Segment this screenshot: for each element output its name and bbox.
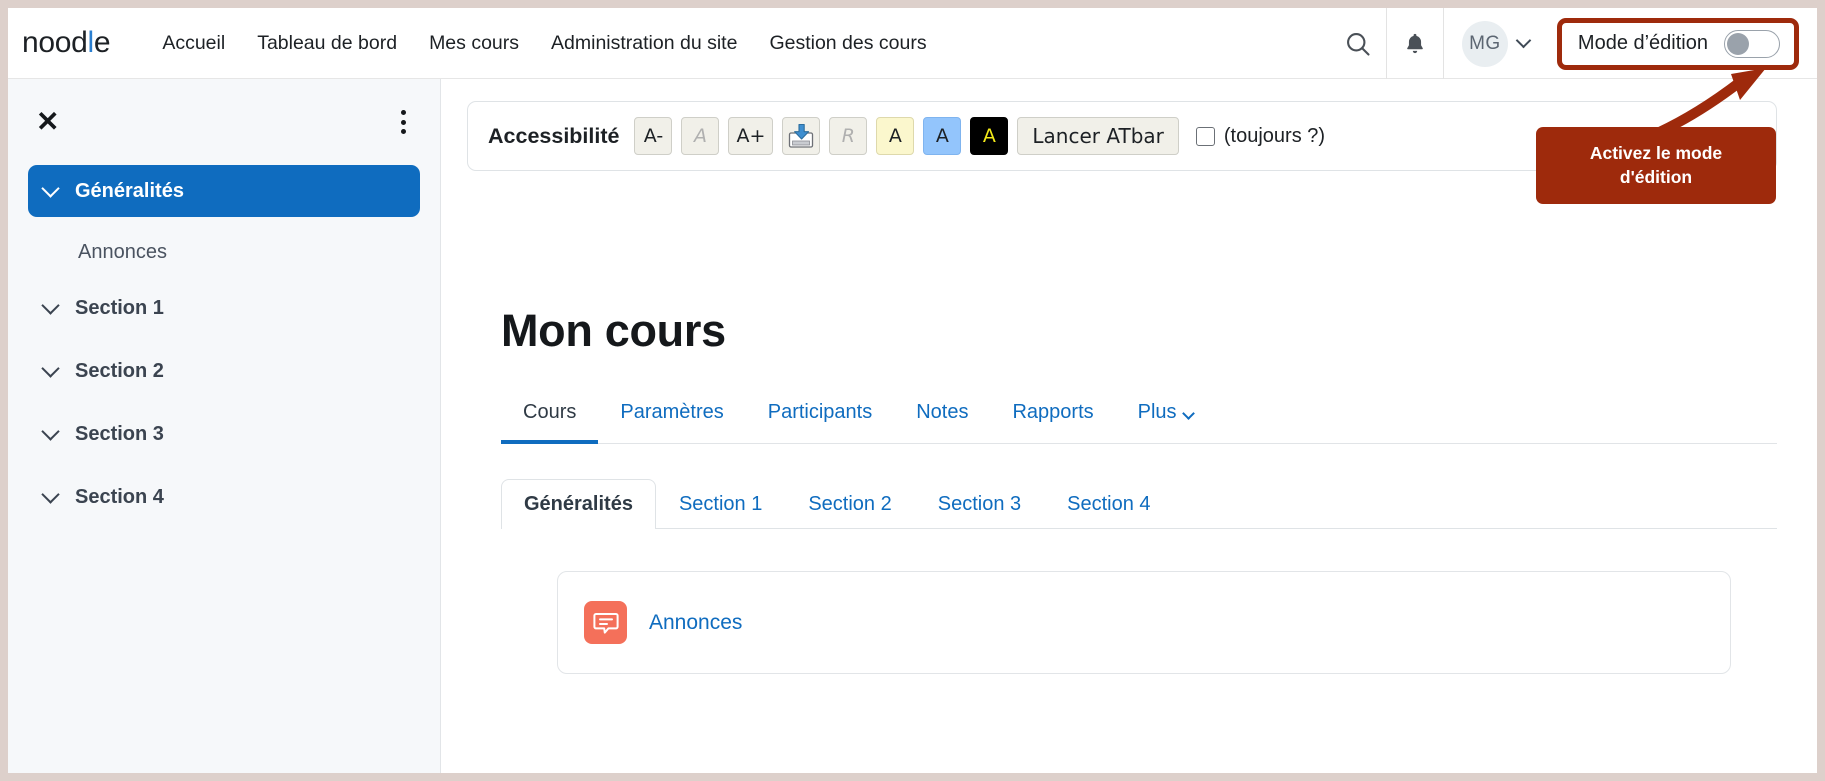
- search-icon: [1346, 32, 1370, 56]
- increase-font-button[interactable]: A+: [728, 117, 774, 155]
- chevron-down-icon: [41, 421, 60, 441]
- sidebar-item-annonces[interactable]: Annonces: [28, 228, 420, 276]
- reset-font-button[interactable]: A: [681, 117, 720, 155]
- chevron-down-icon: [1515, 32, 1532, 49]
- sidebar-item-section-3[interactable]: Section 3: [28, 408, 420, 460]
- reset-button[interactable]: R: [829, 117, 868, 155]
- decrease-font-button[interactable]: A-: [634, 117, 673, 155]
- nav-link-accueil[interactable]: Accueil: [146, 32, 241, 55]
- tab-parametres[interactable]: Paramètres: [598, 391, 745, 444]
- callout-line-1: Activez le mode: [1589, 142, 1723, 163]
- tab-plus-label: Plus: [1137, 401, 1177, 423]
- tab-rapports[interactable]: Rapports: [990, 391, 1115, 444]
- always-checkbox-label: (toujours ?): [1223, 124, 1326, 147]
- sidebar-item-label: Section 2: [75, 359, 164, 382]
- kebab-menu-icon[interactable]: [395, 104, 412, 140]
- top-navbar: noodle Accueil Tableau de bord Mes cours…: [8, 8, 1817, 79]
- edit-mode-toggle[interactable]: Mode d’édition: [1556, 17, 1799, 70]
- always-checkbox[interactable]: [1195, 126, 1215, 146]
- yellow-contrast-button[interactable]: A: [876, 117, 915, 155]
- blue-contrast-button[interactable]: A: [923, 117, 962, 155]
- save-disk-icon: [789, 123, 814, 148]
- callout-tooltip: Activez le mode d'édition: [1536, 127, 1776, 204]
- nav-link-administration-du-site[interactable]: Administration du site: [535, 32, 753, 55]
- page-title: Mon cours: [501, 305, 726, 356]
- sidebar-header: ✕: [28, 79, 420, 165]
- tab-cours[interactable]: Cours: [501, 391, 599, 444]
- section-tabs: Généralités Section 1 Section 2 Section …: [501, 479, 1777, 529]
- sidebar-item-section-4[interactable]: Section 4: [28, 471, 420, 523]
- nav-link-mes-cours[interactable]: Mes cours: [413, 32, 535, 55]
- sidebar-item-label: Généralités: [75, 179, 184, 202]
- chevron-down-icon: [41, 295, 60, 315]
- avatar: MG: [1461, 20, 1508, 67]
- chevron-down-icon: [1181, 407, 1195, 420]
- sidebar-item-label: Section 1: [75, 296, 164, 319]
- always-checkbox-group[interactable]: (toujours ?): [1195, 124, 1326, 148]
- sidebar-item-label: Section 4: [75, 485, 164, 508]
- close-icon[interactable]: ✕: [36, 108, 59, 136]
- logo-part-2: e: [93, 26, 111, 59]
- activity-annonces[interactable]: Annonces: [649, 611, 742, 635]
- save-settings-button[interactable]: [782, 117, 821, 155]
- accessibility-title: Accessibilité: [488, 123, 620, 148]
- user-menu[interactable]: MG: [1444, 20, 1543, 67]
- sidebar-item-generalites[interactable]: Généralités: [28, 165, 420, 217]
- section-tab-generalites[interactable]: Généralités: [501, 479, 656, 529]
- launch-atbar-button[interactable]: Lancer ATbar: [1017, 117, 1179, 155]
- black-contrast-button[interactable]: A: [970, 117, 1009, 155]
- notifications-button[interactable]: [1387, 8, 1443, 79]
- edit-mode-switch-knob: [1727, 32, 1749, 55]
- tab-plus[interactable]: Plus: [1116, 391, 1215, 444]
- chevron-down-icon: [41, 484, 60, 504]
- activity-card[interactable]: Annonces: [557, 571, 1731, 674]
- section-tab-1[interactable]: Section 1: [656, 479, 785, 529]
- section-tab-2[interactable]: Section 2: [785, 479, 914, 529]
- forum-icon: [584, 601, 627, 644]
- sidebar-item-section-2[interactable]: Section 2: [28, 345, 420, 397]
- navbar-right-group: MG Mode d’édition: [1330, 8, 1817, 79]
- section-tab-4[interactable]: Section 4: [1044, 479, 1173, 529]
- tab-notes[interactable]: Notes: [894, 391, 990, 444]
- chevron-down-icon: [41, 178, 60, 198]
- sidebar-item-label: Section 3: [75, 422, 164, 445]
- sidebar-item-label: Annonces: [78, 240, 167, 263]
- chevron-down-icon: [41, 358, 60, 378]
- browser-page: noodle Accueil Tableau de bord Mes cours…: [8, 8, 1817, 773]
- section-tab-3[interactable]: Section 3: [915, 479, 1044, 529]
- nav-link-tableau-de-bord[interactable]: Tableau de bord: [241, 32, 413, 55]
- course-nav-tabs: Cours Paramètres Participants Notes Rapp…: [501, 391, 1777, 444]
- primary-navigation: Accueil Tableau de bord Mes cours Admini…: [146, 32, 942, 55]
- tab-participants[interactable]: Participants: [746, 391, 895, 444]
- callout-line-2: d'édition: [1619, 166, 1693, 187]
- edit-mode-switch[interactable]: [1724, 29, 1780, 58]
- search-button[interactable]: [1330, 8, 1386, 79]
- logo-part-1: nood: [22, 26, 88, 59]
- edit-mode-label: Mode d’édition: [1577, 32, 1708, 54]
- course-index-sidebar: ✕ Généralités Annonces Section 1 Section…: [8, 79, 441, 773]
- nav-link-gestion-des-cours[interactable]: Gestion des cours: [753, 32, 942, 55]
- sidebar-item-section-1[interactable]: Section 1: [28, 282, 420, 334]
- forum-bubble-icon: [592, 612, 619, 634]
- bell-icon: [1407, 33, 1423, 53]
- site-logo[interactable]: noodle: [22, 26, 111, 60]
